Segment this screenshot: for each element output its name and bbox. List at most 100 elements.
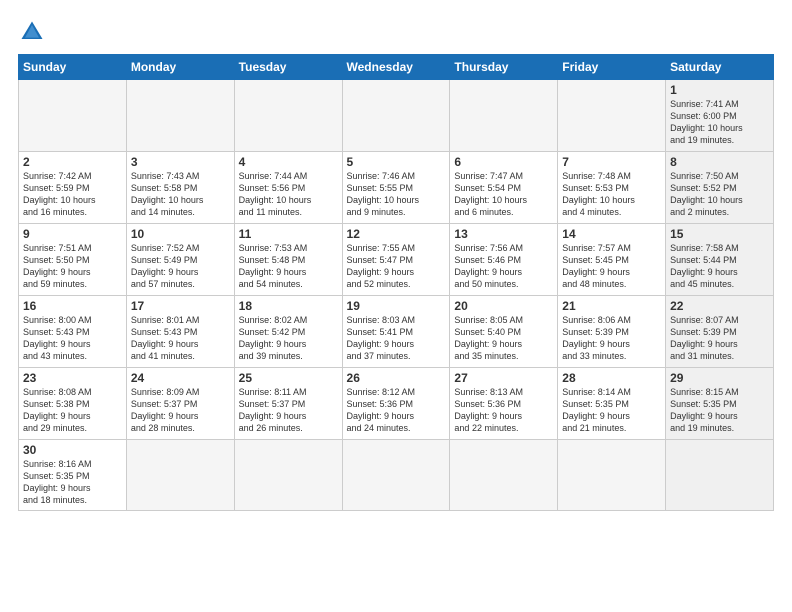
week-row-5: 30Sunrise: 8:16 AM Sunset: 5:35 PM Dayli…	[19, 440, 774, 511]
day-number: 10	[131, 227, 230, 241]
day-info: Sunrise: 8:09 AM Sunset: 5:37 PM Dayligh…	[131, 386, 230, 435]
calendar-cell: 10Sunrise: 7:52 AM Sunset: 5:49 PM Dayli…	[126, 224, 234, 296]
day-info: Sunrise: 7:56 AM Sunset: 5:46 PM Dayligh…	[454, 242, 553, 291]
day-number: 24	[131, 371, 230, 385]
calendar-cell: 26Sunrise: 8:12 AM Sunset: 5:36 PM Dayli…	[342, 368, 450, 440]
day-info: Sunrise: 8:06 AM Sunset: 5:39 PM Dayligh…	[562, 314, 661, 363]
logo	[18, 18, 50, 46]
day-number: 22	[670, 299, 769, 313]
calendar-cell	[234, 80, 342, 152]
calendar-cell	[342, 80, 450, 152]
calendar-cell: 3Sunrise: 7:43 AM Sunset: 5:58 PM Daylig…	[126, 152, 234, 224]
calendar-cell: 27Sunrise: 8:13 AM Sunset: 5:36 PM Dayli…	[450, 368, 558, 440]
calendar-cell: 30Sunrise: 8:16 AM Sunset: 5:35 PM Dayli…	[19, 440, 127, 511]
day-number: 19	[347, 299, 446, 313]
calendar-cell: 6Sunrise: 7:47 AM Sunset: 5:54 PM Daylig…	[450, 152, 558, 224]
day-number: 16	[23, 299, 122, 313]
day-number: 9	[23, 227, 122, 241]
calendar-cell: 2Sunrise: 7:42 AM Sunset: 5:59 PM Daylig…	[19, 152, 127, 224]
day-info: Sunrise: 7:41 AM Sunset: 6:00 PM Dayligh…	[670, 98, 769, 147]
day-number: 18	[239, 299, 338, 313]
calendar-cell: 19Sunrise: 8:03 AM Sunset: 5:41 PM Dayli…	[342, 296, 450, 368]
day-info: Sunrise: 7:44 AM Sunset: 5:56 PM Dayligh…	[239, 170, 338, 219]
day-number: 1	[670, 83, 769, 97]
calendar-cell	[450, 80, 558, 152]
day-info: Sunrise: 8:15 AM Sunset: 5:35 PM Dayligh…	[670, 386, 769, 435]
day-number: 7	[562, 155, 661, 169]
calendar-cell: 4Sunrise: 7:44 AM Sunset: 5:56 PM Daylig…	[234, 152, 342, 224]
day-info: Sunrise: 7:53 AM Sunset: 5:48 PM Dayligh…	[239, 242, 338, 291]
calendar-cell	[19, 80, 127, 152]
day-number: 3	[131, 155, 230, 169]
day-number: 23	[23, 371, 122, 385]
calendar-cell: 25Sunrise: 8:11 AM Sunset: 5:37 PM Dayli…	[234, 368, 342, 440]
calendar-cell: 12Sunrise: 7:55 AM Sunset: 5:47 PM Dayli…	[342, 224, 450, 296]
day-info: Sunrise: 7:50 AM Sunset: 5:52 PM Dayligh…	[670, 170, 769, 219]
day-number: 4	[239, 155, 338, 169]
day-info: Sunrise: 8:01 AM Sunset: 5:43 PM Dayligh…	[131, 314, 230, 363]
calendar-cell: 18Sunrise: 8:02 AM Sunset: 5:42 PM Dayli…	[234, 296, 342, 368]
day-info: Sunrise: 7:55 AM Sunset: 5:47 PM Dayligh…	[347, 242, 446, 291]
day-number: 26	[347, 371, 446, 385]
day-info: Sunrise: 8:12 AM Sunset: 5:36 PM Dayligh…	[347, 386, 446, 435]
calendar-cell: 21Sunrise: 8:06 AM Sunset: 5:39 PM Dayli…	[558, 296, 666, 368]
day-info: Sunrise: 7:43 AM Sunset: 5:58 PM Dayligh…	[131, 170, 230, 219]
day-info: Sunrise: 8:16 AM Sunset: 5:35 PM Dayligh…	[23, 458, 122, 507]
day-info: Sunrise: 7:58 AM Sunset: 5:44 PM Dayligh…	[670, 242, 769, 291]
day-number: 5	[347, 155, 446, 169]
day-info: Sunrise: 8:00 AM Sunset: 5:43 PM Dayligh…	[23, 314, 122, 363]
calendar-cell: 22Sunrise: 8:07 AM Sunset: 5:39 PM Dayli…	[666, 296, 774, 368]
day-number: 14	[562, 227, 661, 241]
weekday-header-monday: Monday	[126, 55, 234, 80]
day-number: 8	[670, 155, 769, 169]
weekday-header-saturday: Saturday	[666, 55, 774, 80]
day-info: Sunrise: 8:11 AM Sunset: 5:37 PM Dayligh…	[239, 386, 338, 435]
weekday-header-sunday: Sunday	[19, 55, 127, 80]
week-row-2: 9Sunrise: 7:51 AM Sunset: 5:50 PM Daylig…	[19, 224, 774, 296]
calendar-cell	[558, 440, 666, 511]
page: SundayMondayTuesdayWednesdayThursdayFrid…	[0, 0, 792, 521]
calendar-cell: 9Sunrise: 7:51 AM Sunset: 5:50 PM Daylig…	[19, 224, 127, 296]
calendar-cell	[450, 440, 558, 511]
day-info: Sunrise: 8:05 AM Sunset: 5:40 PM Dayligh…	[454, 314, 553, 363]
day-number: 6	[454, 155, 553, 169]
calendar: SundayMondayTuesdayWednesdayThursdayFrid…	[18, 54, 774, 511]
calendar-cell	[666, 440, 774, 511]
calendar-cell: 14Sunrise: 7:57 AM Sunset: 5:45 PM Dayli…	[558, 224, 666, 296]
day-info: Sunrise: 8:02 AM Sunset: 5:42 PM Dayligh…	[239, 314, 338, 363]
day-info: Sunrise: 7:51 AM Sunset: 5:50 PM Dayligh…	[23, 242, 122, 291]
day-info: Sunrise: 7:46 AM Sunset: 5:55 PM Dayligh…	[347, 170, 446, 219]
day-info: Sunrise: 7:42 AM Sunset: 5:59 PM Dayligh…	[23, 170, 122, 219]
weekday-header-row: SundayMondayTuesdayWednesdayThursdayFrid…	[19, 55, 774, 80]
weekday-header-friday: Friday	[558, 55, 666, 80]
day-number: 2	[23, 155, 122, 169]
day-number: 17	[131, 299, 230, 313]
calendar-cell: 28Sunrise: 8:14 AM Sunset: 5:35 PM Dayli…	[558, 368, 666, 440]
day-info: Sunrise: 8:07 AM Sunset: 5:39 PM Dayligh…	[670, 314, 769, 363]
week-row-3: 16Sunrise: 8:00 AM Sunset: 5:43 PM Dayli…	[19, 296, 774, 368]
day-info: Sunrise: 8:08 AM Sunset: 5:38 PM Dayligh…	[23, 386, 122, 435]
calendar-cell: 20Sunrise: 8:05 AM Sunset: 5:40 PM Dayli…	[450, 296, 558, 368]
weekday-header-wednesday: Wednesday	[342, 55, 450, 80]
calendar-cell: 5Sunrise: 7:46 AM Sunset: 5:55 PM Daylig…	[342, 152, 450, 224]
day-number: 25	[239, 371, 338, 385]
calendar-cell	[234, 440, 342, 511]
day-number: 29	[670, 371, 769, 385]
day-number: 13	[454, 227, 553, 241]
header	[18, 18, 774, 46]
day-info: Sunrise: 7:52 AM Sunset: 5:49 PM Dayligh…	[131, 242, 230, 291]
day-info: Sunrise: 8:14 AM Sunset: 5:35 PM Dayligh…	[562, 386, 661, 435]
weekday-header-thursday: Thursday	[450, 55, 558, 80]
week-row-1: 2Sunrise: 7:42 AM Sunset: 5:59 PM Daylig…	[19, 152, 774, 224]
weekday-header-tuesday: Tuesday	[234, 55, 342, 80]
calendar-cell: 11Sunrise: 7:53 AM Sunset: 5:48 PM Dayli…	[234, 224, 342, 296]
calendar-cell: 1Sunrise: 7:41 AM Sunset: 6:00 PM Daylig…	[666, 80, 774, 152]
calendar-cell	[342, 440, 450, 511]
calendar-cell: 24Sunrise: 8:09 AM Sunset: 5:37 PM Dayli…	[126, 368, 234, 440]
day-info: Sunrise: 8:03 AM Sunset: 5:41 PM Dayligh…	[347, 314, 446, 363]
day-number: 12	[347, 227, 446, 241]
day-number: 20	[454, 299, 553, 313]
calendar-cell	[126, 80, 234, 152]
day-info: Sunrise: 8:13 AM Sunset: 5:36 PM Dayligh…	[454, 386, 553, 435]
day-number: 15	[670, 227, 769, 241]
